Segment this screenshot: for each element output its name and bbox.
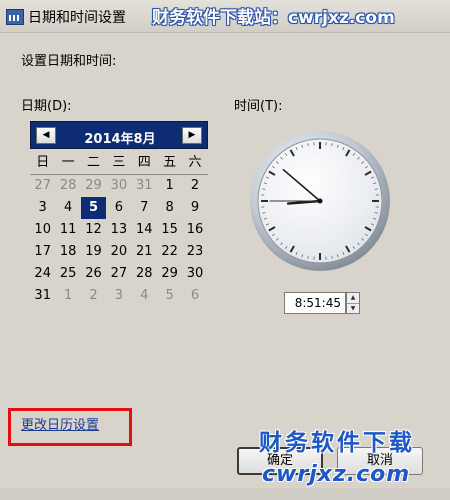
calendar-day[interactable]: 17	[30, 241, 55, 263]
instruction-label: 设置日期和时间:	[21, 54, 117, 69]
calendar-day[interactable]: 30	[106, 175, 131, 197]
calendar-day[interactable]: 11	[55, 219, 80, 241]
calendar-day[interactable]: 1	[55, 285, 80, 307]
weekday-header: 一	[61, 155, 75, 170]
time-spinner[interactable]: ▲ ▼	[346, 292, 360, 314]
calendar-day[interactable]: 24	[30, 263, 55, 285]
calendar-day[interactable]: 8	[157, 197, 182, 219]
calendar-day[interactable]: 10	[30, 219, 55, 241]
calendar-day[interactable]: 27	[30, 175, 55, 197]
calendar-day[interactable]: 4	[132, 285, 157, 307]
watermark-url: cwrjxz.com	[262, 462, 411, 487]
calendar-day[interactable]: 4	[55, 197, 80, 219]
calendar-icon	[6, 9, 24, 25]
calendar-day[interactable]: 31	[30, 285, 55, 307]
calendar-day[interactable]: 25	[55, 263, 80, 285]
calendar-day[interactable]: 29	[81, 175, 106, 197]
calendar-day[interactable]: 28	[132, 263, 157, 285]
calendar-day[interactable]: 21	[132, 241, 157, 263]
calendar-day[interactable]: 7	[132, 197, 157, 219]
calendar-day[interactable]: 15	[157, 219, 182, 241]
spin-up-icon[interactable]: ▲	[347, 293, 359, 304]
time-input[interactable]: 8:51:45	[284, 292, 346, 314]
calendar-day[interactable]: 2	[182, 175, 207, 197]
calendar-day[interactable]: 14	[132, 219, 157, 241]
calendar-day[interactable]: 13	[106, 219, 131, 241]
calendar-day[interactable]: 20	[106, 241, 131, 263]
calendar-day[interactable]: 2	[81, 285, 106, 307]
calendar-day[interactable]: 9	[182, 197, 207, 219]
clock-center	[317, 198, 323, 204]
calendar-header: ◀ 2014年8月 ▶	[30, 121, 208, 149]
weekday-header: 日	[36, 155, 50, 170]
time-label: 时间(T):	[234, 99, 283, 114]
calendar-day[interactable]: 6	[182, 285, 207, 307]
calendar-day[interactable]: 22	[157, 241, 182, 263]
weekday-header: 六	[188, 155, 202, 170]
highlight-box	[8, 408, 132, 446]
watermark-text: 财务软件下载	[259, 429, 415, 456]
calendar-day[interactable]: 30	[182, 263, 207, 285]
calendar-day[interactable]: 12	[81, 219, 106, 241]
next-month-button[interactable]: ▶	[182, 127, 202, 144]
calendar-day[interactable]: 5	[80, 197, 107, 219]
weekday-header: 三	[112, 155, 126, 170]
window-title: 日期和时间设置	[28, 10, 126, 26]
calendar-day[interactable]: 26	[81, 263, 106, 285]
calendar[interactable]: ◀ 2014年8月 ▶ 日一二三四五六 27 28 29 30 31 1 2 3 4 5 6 7 8 9 10…	[30, 121, 208, 311]
calendar-day[interactable]: 29	[157, 263, 182, 285]
calendar-month-title[interactable]: 2014年8月	[61, 128, 179, 147]
weekday-header: 二	[86, 155, 100, 170]
calendar-day[interactable]: 3	[30, 197, 55, 219]
weekday-header: 四	[137, 155, 151, 170]
title-bar: 日期和时间设置 财务软件下载站：cwrjxz.com	[0, 0, 450, 33]
prev-month-button[interactable]: ◀	[36, 127, 56, 144]
calendar-day[interactable]: 18	[55, 241, 80, 263]
weekday-divider	[30, 174, 208, 175]
calendar-day[interactable]: 16	[182, 219, 207, 241]
spin-down-icon[interactable]: ▼	[347, 304, 359, 314]
analog-clock	[250, 131, 390, 271]
calendar-day[interactable]: 5	[157, 285, 182, 307]
date-label: 日期(D):	[21, 99, 72, 114]
calendar-day[interactable]: 19	[81, 241, 106, 263]
calendar-day[interactable]: 27	[106, 263, 131, 285]
calendar-day[interactable]: 23	[182, 241, 207, 263]
bottom-strip	[0, 488, 450, 500]
calendar-day[interactable]: 3	[106, 285, 131, 307]
weekday-header: 五	[163, 155, 177, 170]
calendar-day[interactable]: 1	[157, 175, 182, 197]
calendar-day[interactable]: 6	[106, 197, 131, 219]
watermark-top: 财务软件下载站：cwrjxz.com	[152, 8, 395, 28]
calendar-grid: 日一二三四五六 27 28 29 30 31 1 2 3 4 5 6 7 8 9 10 11 12 13 14 15 16…	[30, 153, 208, 307]
calendar-day[interactable]: 28	[55, 175, 80, 197]
calendar-day[interactable]: 31	[132, 175, 157, 197]
